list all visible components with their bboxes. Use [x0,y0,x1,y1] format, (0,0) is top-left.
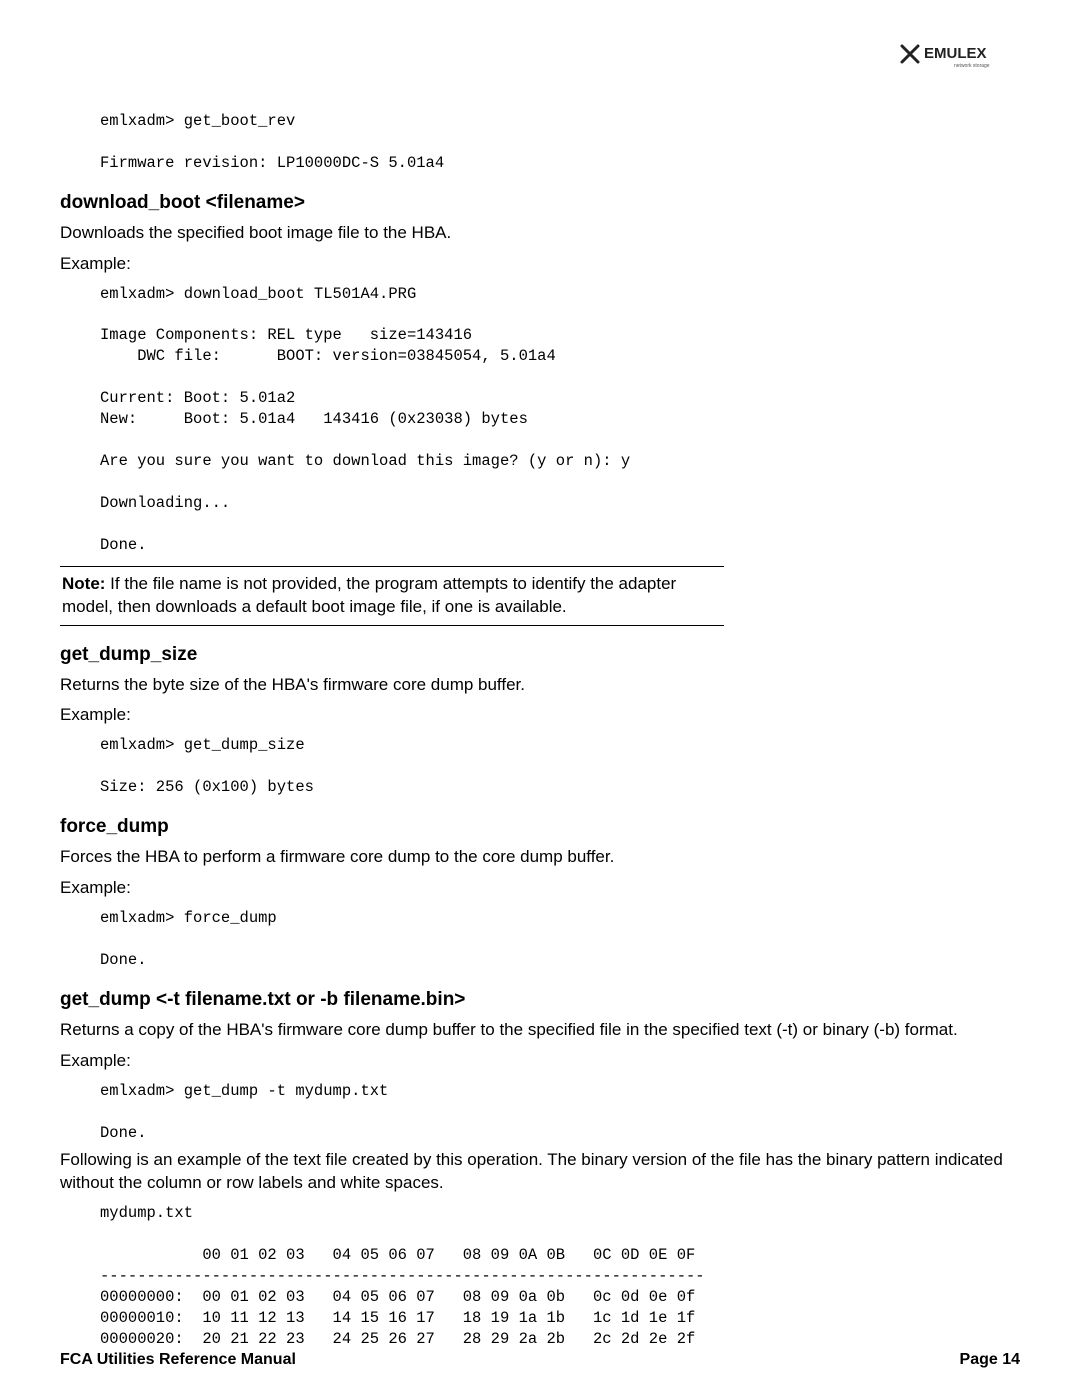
code-mydump: mydump.txt 00 01 02 03 04 05 06 07 08 09… [100,1203,1020,1349]
desc-get-dump: Returns a copy of the HBA's firmware cor… [60,1019,1020,1042]
code-get-dump-size: emlxadm> get_dump_size Size: 256 (0x100)… [100,735,1020,798]
code-force-dump: emlxadm> force_dump Done. [100,908,1020,971]
heading-get-dump-size: get_dump_size [60,644,1020,666]
brand-name: EMULEX [924,45,987,62]
code-download-boot: emlxadm> download_boot TL501A4.PRG Image… [100,284,1020,556]
page-footer: FCA Utilities Reference Manual Page 14 [60,1351,1020,1369]
code-get-boot-rev: emlxadm> get_boot_rev Firmware revision:… [100,111,1020,174]
heading-download-boot: download_boot <filename> [60,192,1020,214]
note-box: Note: If the file name is not provided, … [60,566,724,626]
heading-get-dump: get_dump <-t filename.txt or -b filename… [60,989,1020,1011]
brand-logo: EMULEX network storage [900,40,1020,70]
footer-left: FCA Utilities Reference Manual [60,1351,296,1369]
desc-get-dump-size: Returns the byte size of the HBA's firmw… [60,674,1020,697]
note-label: Note: [62,574,110,593]
example-label: Example: [60,877,1020,900]
desc-download-boot: Downloads the specified boot image file … [60,222,1020,245]
desc-force-dump: Forces the HBA to perform a firmware cor… [60,846,1020,869]
document-page: EMULEX network storage emlxadm> get_boot… [0,0,1080,1397]
note-text: If the file name is not provided, the pr… [62,574,676,616]
example-label: Example: [60,704,1020,727]
example-label: Example: [60,1050,1020,1073]
emulex-logo-icon: EMULEX network storage [900,40,1020,70]
heading-force-dump: force_dump [60,816,1020,838]
footer-right: Page 14 [960,1351,1020,1369]
example-label: Example: [60,253,1020,276]
followup-get-dump: Following is an example of the text file… [60,1149,1020,1195]
brand-tagline: network storage [954,63,990,69]
code-get-dump: emlxadm> get_dump -t mydump.txt Done. [100,1081,1020,1144]
